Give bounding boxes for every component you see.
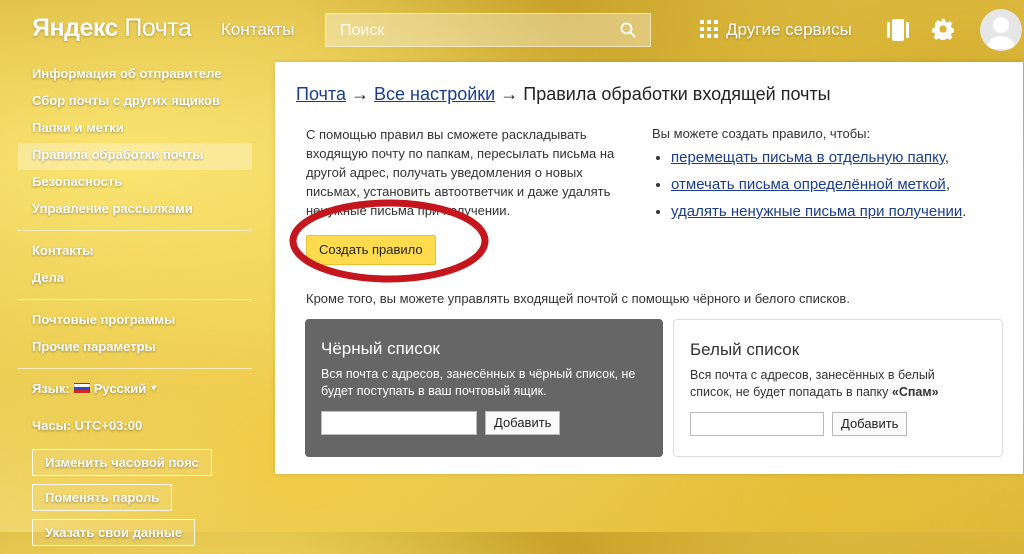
search-icon[interactable] (620, 22, 636, 38)
search-box[interactable] (325, 13, 651, 48)
clock-setting: Часы: UTC+03:00 (32, 418, 143, 433)
move-to-folder-link[interactable]: перемещать письма в отдельную папку (671, 149, 945, 166)
language-label: Язык: (32, 381, 70, 396)
rules-intro-text: С помощью правил вы сможете раскладывать… (306, 127, 615, 218)
sidebar-item-security[interactable]: Безопасность (18, 170, 252, 197)
logo-brand: Яндекс (32, 14, 118, 42)
list-item: перемещать письма в отдельную папку, (671, 149, 1012, 166)
delete-unwanted-link[interactable]: удалять ненужные письма при получении (671, 203, 962, 220)
sidebar-item-sender-info[interactable]: Информация об отправителе (18, 62, 252, 89)
sidebar-divider (18, 299, 252, 300)
chevron-down-icon[interactable]: ▼ (149, 383, 158, 393)
list-item: отмечать письма определённой меткой, (671, 176, 1012, 193)
sidebar-item-mail-rules[interactable]: Правила обработки почты (18, 143, 252, 170)
search-input[interactable] (326, 14, 622, 48)
whitelist-address-input[interactable] (690, 412, 824, 436)
sidebar-divider (18, 230, 252, 231)
settings-panel: Почта → Все настройки → Правила обработк… (275, 62, 1023, 474)
breadcrumb-arrow: → (351, 84, 369, 104)
blacklist-add-button[interactable]: Добавить (485, 411, 561, 435)
whitelist-panel: Белый список Вся почта с адресов, занесё… (673, 319, 1003, 457)
other-services-button[interactable]: Другие сервисы (700, 20, 852, 40)
sidebar-divider (18, 368, 252, 369)
sidebar-item-other-params[interactable]: Прочие параметры (18, 335, 252, 362)
russia-flag-icon (73, 383, 90, 394)
blacklist-panel: Чёрный список Вся почта с адресов, занес… (305, 319, 663, 457)
sidebar-item-subscriptions[interactable]: Управление рассылками (18, 197, 252, 224)
other-services-label: Другие сервисы (726, 20, 852, 39)
language-setting: Язык: Русский ▼ (18, 377, 252, 404)
yandex-mail-logo[interactable]: Яндекс Почта (32, 14, 192, 43)
mark-with-label-link[interactable]: отмечать письма определённой меткой (671, 176, 946, 193)
whitelist-title: Белый список (690, 340, 800, 359)
sidebar-item-folders-labels[interactable]: Папки и метки (18, 116, 252, 143)
language-select[interactable]: Русский (94, 381, 147, 396)
whitelist-description: Вся почта с адресов, занесённых в белый … (690, 368, 939, 399)
breadcrumb: Почта → Все настройки → Правила обработк… (296, 84, 831, 105)
sidebar-item-contacts[interactable]: Контакты (18, 239, 252, 266)
sidebar-item-todo[interactable]: Дела (18, 266, 252, 293)
spam-folder-name: «Спам» (891, 385, 939, 399)
blacklist-address-input[interactable] (321, 411, 477, 435)
breadcrumb-mail-link[interactable]: Почта (296, 84, 346, 104)
blacklist-description: Вся почта с адресов, занесённых в чёрный… (321, 367, 636, 398)
apps-grid-icon (700, 20, 718, 38)
blacklist-title: Чёрный список (321, 339, 440, 358)
settings-sidebar: Информация об отправителе Сбор почты с д… (18, 62, 252, 554)
create-rule-button[interactable]: Создать правило (306, 235, 436, 265)
page-title: Правила обработки входящей почты (523, 84, 831, 104)
header: Яндекс Почта Контакты Другие сервисы (0, 0, 1024, 60)
lists-intro-text: Кроме того, вы можете управлять входящей… (306, 291, 850, 306)
sidebar-item-mail-clients[interactable]: Почтовые программы (18, 308, 252, 335)
change-timezone-button[interactable]: Изменить часовой пояс (32, 449, 212, 476)
rule-options-list: перемещать письма в отдельную папку, отм… (652, 149, 1012, 220)
breadcrumb-arrow: → (500, 84, 519, 104)
user-silhouette-icon (986, 17, 1016, 49)
theme-icon[interactable] (887, 18, 909, 42)
gear-icon[interactable] (932, 18, 954, 40)
change-password-button[interactable]: Поменять пароль (32, 484, 173, 511)
whitelist-add-button[interactable]: Добавить (832, 412, 908, 436)
edit-personal-data-button[interactable]: Указать свои данные (32, 519, 196, 546)
list-item: удалять ненужные письма при получении. (671, 203, 1012, 220)
user-avatar[interactable] (980, 9, 1022, 51)
sidebar-item-collect-mail[interactable]: Сбор почты с других ящиков (18, 89, 252, 116)
rule-options-title: Вы можете создать правило, чтобы: (652, 126, 871, 141)
logo-product: Почта (124, 14, 192, 42)
rule-options: Вы можете создать правило, чтобы: переме… (652, 126, 1012, 230)
breadcrumb-all-settings-link[interactable]: Все настройки (374, 84, 495, 104)
header-contacts-link[interactable]: Контакты (221, 20, 294, 40)
